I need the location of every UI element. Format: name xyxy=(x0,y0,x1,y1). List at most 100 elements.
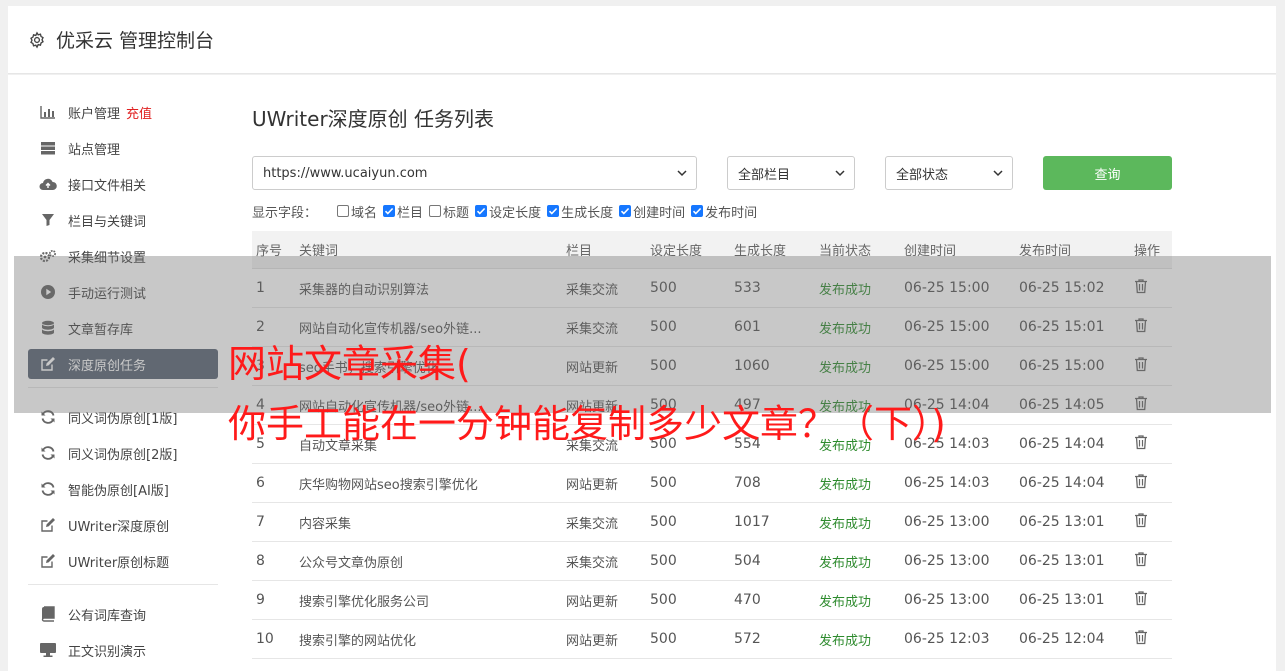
sidebar-item-label: 栏目与关键词 xyxy=(68,214,147,230)
table-cell: 06-25 13:01 xyxy=(1019,592,1105,608)
sidebar-item-label: 智能伪原创[AI版] xyxy=(68,483,169,499)
table-cell: 搜索引擎的网站优化 xyxy=(299,633,417,649)
table-cell: 500 xyxy=(650,553,677,569)
sidebar-item[interactable]: 接口文件相关 xyxy=(28,169,218,199)
table-cell: 06-25 14:03 xyxy=(904,475,990,491)
delete-button[interactable] xyxy=(1134,434,1172,454)
display-fields-label: 显示字段： xyxy=(252,205,318,221)
table-cell: 06-25 13:00 xyxy=(904,514,990,530)
table-cell: 500 xyxy=(650,631,677,647)
gear-icon xyxy=(28,30,46,49)
table-cell: 708 xyxy=(734,475,761,491)
trash-icon xyxy=(1134,551,1148,571)
refresh-icon xyxy=(38,445,58,461)
cloud-upload-icon xyxy=(38,176,58,192)
field-checkbox[interactable]: 标题 xyxy=(429,202,469,221)
table-cell: 500 xyxy=(650,514,677,530)
sidebar-item[interactable]: 公有词库查询 xyxy=(28,599,218,629)
table-row: 7 内容采集 采集交流 500 1017 发布成功 06-25 13:00 06-25 13:… xyxy=(252,503,1172,542)
trash-icon xyxy=(1134,512,1148,532)
table-cell: 发布成功 xyxy=(819,516,872,532)
table-cell: 网站更新 xyxy=(566,594,619,610)
trash-icon xyxy=(1134,590,1148,610)
table-cell: 470 xyxy=(734,592,761,608)
delete-button[interactable] xyxy=(1134,512,1172,532)
status-select-value: 全部状态 xyxy=(896,167,949,183)
edit-icon xyxy=(38,517,58,533)
table-cell: 06-25 14:04 xyxy=(1019,436,1105,452)
table-cell: 500 xyxy=(650,592,677,608)
delete-button[interactable] xyxy=(1134,590,1172,610)
trash-icon xyxy=(1134,473,1148,493)
field-checkbox-label: 标题 xyxy=(443,205,470,221)
sidebar-item-label: UWriter深度原创 xyxy=(68,519,170,535)
query-button[interactable]: 查询 xyxy=(1043,156,1172,190)
table-cell: 9 xyxy=(256,592,265,608)
table-row: 6 庆华购物网站seo搜索引擎优化 网站更新 500 708 发布成功 06-25 14:0… xyxy=(252,464,1172,503)
table-row: 9 搜索引擎优化服务公司 网站更新 500 470 发布成功 06-25 13:00 06-2… xyxy=(252,581,1172,620)
sidebar-item-label: 同义词伪原创[2版] xyxy=(68,447,178,463)
sidebar-item[interactable]: 站点管理 xyxy=(28,133,218,163)
sidebar-item[interactable]: UWriter深度原创 xyxy=(28,510,218,540)
status-select[interactable]: 全部状态 xyxy=(885,156,1013,190)
field-checkbox[interactable]: 发布时间 xyxy=(691,202,757,221)
overlay-band xyxy=(14,256,1271,413)
table-cell: 采集交流 xyxy=(566,516,619,532)
table-cell: 庆华购物网站seo搜索引擎优化 xyxy=(299,477,478,493)
edit-icon xyxy=(38,553,58,569)
checkbox-checked-icon xyxy=(691,205,704,217)
delete-button[interactable] xyxy=(1134,629,1172,649)
table-cell: 采集交流 xyxy=(566,555,619,571)
trash-icon xyxy=(1134,434,1148,454)
field-checkbox-label: 设定长度 xyxy=(489,205,542,221)
checkbox-checked-icon xyxy=(619,205,632,217)
table-cell: 06-25 12:04 xyxy=(1019,631,1105,647)
delete-button[interactable] xyxy=(1134,551,1172,571)
table-cell: 10 xyxy=(256,631,274,647)
checkbox-unchecked-icon xyxy=(337,205,350,217)
sidebar-item-label: UWriter原创标题 xyxy=(68,555,170,571)
sidebar-item[interactable]: 栏目与关键词 xyxy=(28,205,218,235)
delete-button[interactable] xyxy=(1134,473,1172,493)
table-cell: 发布成功 xyxy=(819,555,872,571)
field-checkbox[interactable]: 设定长度 xyxy=(475,202,541,221)
table-cell: 8 xyxy=(256,553,265,569)
sidebar-item-label: 站点管理 xyxy=(68,142,121,158)
sidebar-item[interactable]: 智能伪原创[AI版] xyxy=(28,474,218,504)
site-select[interactable]: https://www.ucaiyun.com xyxy=(252,156,697,190)
sidebar-item-label: 接口文件相关 xyxy=(68,178,147,194)
field-checkbox[interactable]: 创建时间 xyxy=(619,202,685,221)
table-cell: 发布成功 xyxy=(819,477,872,493)
app-header: 优采云 管理控制台 xyxy=(8,6,1276,74)
table-cell: 1017 xyxy=(734,514,770,530)
sidebar-item[interactable]: 同义词伪原创[2版] xyxy=(28,438,218,468)
table-cell: 06-25 13:00 xyxy=(904,592,990,608)
table-cell: 06-25 14:04 xyxy=(1019,475,1105,491)
field-checkbox[interactable]: 生成长度 xyxy=(547,202,613,221)
checkbox-checked-icon xyxy=(547,205,560,217)
sidebar-item[interactable]: UWriter原创标题 xyxy=(28,546,218,576)
field-checkbox-label: 生成长度 xyxy=(561,205,614,221)
field-checkbox[interactable]: 栏目 xyxy=(383,202,423,221)
table-cell: 内容采集 xyxy=(299,516,352,532)
sidebar-item[interactable]: 账户管理 充值 xyxy=(28,97,218,127)
field-checkbox[interactable]: 域名 xyxy=(337,202,377,221)
field-checkbox-label: 发布时间 xyxy=(705,205,758,221)
column-select[interactable]: 全部栏目 xyxy=(727,156,855,190)
table-cell: 公众号文章伪原创 xyxy=(299,555,404,571)
table-cell: 572 xyxy=(734,631,761,647)
overlay-title-line1: 网站文章采集( xyxy=(228,342,471,386)
page-title: UWriter深度原创 任务列表 xyxy=(252,107,495,131)
content-area: UWriter深度原创 任务列表 https://www.ucaiyun.com… xyxy=(252,105,1172,659)
table-cell: 7 xyxy=(256,514,265,530)
field-checkbox-label: 域名 xyxy=(351,205,378,221)
server-icon xyxy=(38,140,58,156)
recharge-link[interactable]: 充值 xyxy=(126,103,152,122)
display-fields: 显示字段： 域名 栏目 标题 设定长度 生成长度 创建时间 发布时间 xyxy=(252,201,763,221)
sidebar-item[interactable]: 正文识别演示 xyxy=(28,635,218,665)
monitor-icon xyxy=(38,642,58,658)
chevron-down-icon xyxy=(676,167,688,179)
table-cell: 网站更新 xyxy=(566,633,619,649)
table-row: 8 公众号文章伪原创 采集交流 500 504 发布成功 06-25 13:00 06-25 … xyxy=(252,542,1172,581)
checkbox-unchecked-icon xyxy=(429,205,442,217)
